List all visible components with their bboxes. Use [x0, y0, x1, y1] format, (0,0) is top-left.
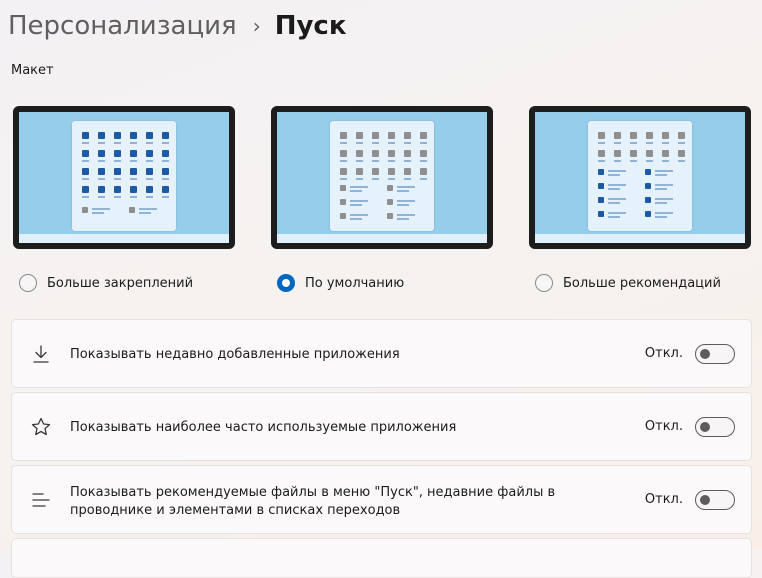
radio-more-recommendations[interactable]: Больше рекомендаций [535, 274, 721, 292]
radio-circle-checked[interactable] [277, 274, 295, 292]
star-icon [30, 416, 52, 438]
toggle-knob [700, 495, 710, 505]
list-icon [30, 489, 52, 511]
start-menu-thumbnail [330, 121, 434, 231]
setting-row-partial [11, 538, 752, 578]
toggle-state-label: Откл. [644, 419, 683, 434]
start-menu-thumbnail [72, 121, 176, 231]
setting-label: Показывать недавно добавленные приложени… [70, 347, 400, 362]
layout-preview-image [529, 106, 751, 249]
layout-section-label: Макет [11, 63, 54, 78]
layout-preview-more-recommendations[interactable] [529, 106, 751, 249]
toggle-state-label: Откл. [644, 492, 683, 507]
setting-row-recently-added: Показывать недавно добавленные приложени… [11, 319, 752, 388]
toggle-knob [700, 422, 710, 432]
toggle-state-label: Откл. [644, 346, 683, 361]
setting-label: Показывать наиболее часто используемые п… [70, 420, 457, 435]
radio-circle[interactable] [535, 274, 553, 292]
setting-row-recommended-files: Показывать рекомендуемые файлы в меню "П… [11, 465, 752, 534]
radio-default[interactable]: По умолчанию [277, 274, 404, 292]
taskbar-thumbnail [535, 234, 745, 243]
page-title: Пуск [274, 11, 347, 41]
download-icon [30, 343, 52, 365]
layout-preview-image [271, 106, 493, 249]
toggle-switch[interactable] [695, 490, 735, 510]
layout-preview-more-pins[interactable] [13, 106, 235, 249]
radio-label: Больше рекомендаций [563, 275, 721, 291]
layout-preview-image [13, 106, 235, 249]
radio-circle[interactable] [19, 274, 37, 292]
start-menu-thumbnail [588, 121, 692, 231]
taskbar-thumbnail [277, 234, 487, 243]
toggle-knob [700, 349, 710, 359]
breadcrumb-parent-link[interactable]: Персонализация [8, 11, 237, 41]
radio-more-pins[interactable]: Больше закреплений [19, 274, 193, 292]
breadcrumb-separator-icon: › [252, 14, 261, 38]
setting-label: Показывать рекомендуемые файлы в меню "П… [70, 485, 556, 518]
setting-row-most-used: Показывать наиболее часто используемые п… [11, 392, 752, 461]
radio-label: Больше закреплений [47, 275, 194, 291]
layout-preview-default[interactable] [271, 106, 493, 249]
breadcrumb: Персонализация › Пуск [8, 6, 346, 46]
taskbar-thumbnail [19, 234, 229, 243]
toggle-switch[interactable] [695, 344, 735, 364]
toggle-switch[interactable] [695, 417, 735, 437]
radio-label: По умолчанию [305, 275, 405, 291]
